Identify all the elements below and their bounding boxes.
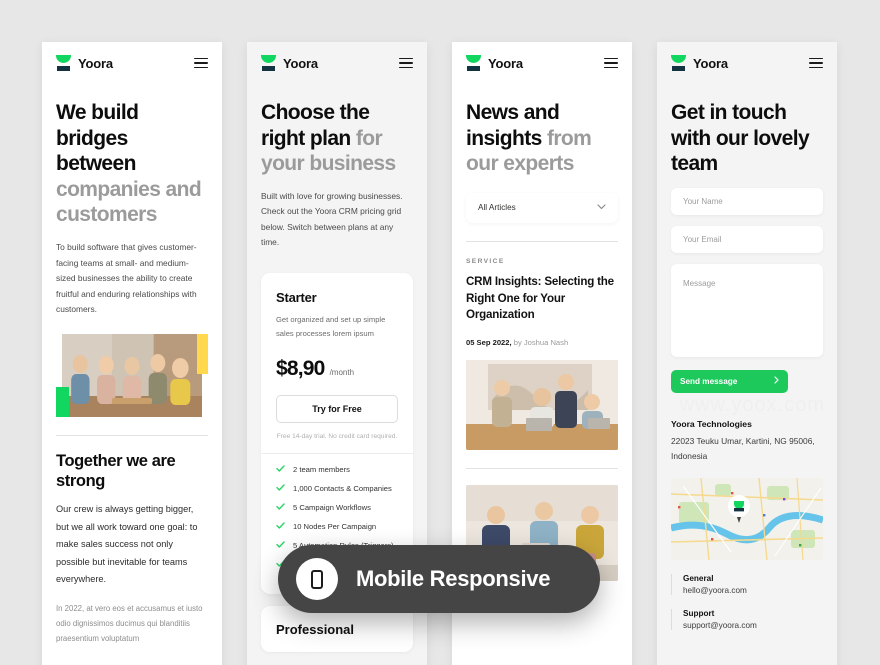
- topbar-home: Yoora: [42, 42, 222, 84]
- check-icon: [276, 465, 285, 474]
- home-hero-photo: [56, 333, 208, 417]
- feature-label: 10 Nodes Per Campaign: [293, 521, 377, 531]
- name-field[interactable]: Your Name: [671, 187, 823, 215]
- phone-screen-home: Yoora We build bridges between companies…: [42, 42, 222, 665]
- news-hero-heading: News and insights from our experts: [466, 100, 618, 177]
- home-hero-muted: companies and customers: [56, 177, 202, 227]
- chevron-down-icon: [597, 203, 606, 212]
- plan-description: Get organized and set up simple sales pr…: [276, 315, 386, 339]
- company-address: 22023 Teuku Umar, Kartini, NG 95006, Ind…: [671, 435, 815, 461]
- send-message-label: Send message: [680, 376, 738, 386]
- message-placeholder: Message: [683, 278, 716, 288]
- list-item: 2 team members: [276, 465, 398, 474]
- news-divider: [466, 240, 618, 242]
- yellow-accent-block: [197, 333, 208, 374]
- hamburger-menu-icon[interactable]: [809, 57, 823, 69]
- badge-label: Mobile Responsive: [356, 566, 551, 591]
- plan-trial-note: Free 14-day trial. No credit card requir…: [276, 432, 398, 440]
- location-map[interactable]: [671, 478, 823, 561]
- hamburger-menu-icon[interactable]: [399, 57, 413, 69]
- home-hero-dark: We build bridges between: [56, 101, 139, 176]
- home-lead-text: To build software that gives customer-fa…: [56, 242, 197, 315]
- home-hero-heading: We build bridges between companies and c…: [56, 100, 208, 228]
- brand-home[interactable]: Yoora: [56, 55, 113, 71]
- contact-support: Support support@yoora.com: [671, 609, 823, 631]
- plan-price-amount: $8,90: [276, 356, 325, 380]
- green-accent-block: [56, 386, 69, 417]
- contact-support-label: Support: [683, 609, 715, 619]
- brand-name: Yoora: [693, 55, 728, 71]
- feature-label: 2 team members: [293, 464, 350, 474]
- name-placeholder: Your Name: [683, 196, 723, 206]
- brand-pricing[interactable]: Yoora: [261, 55, 318, 71]
- yoora-logo-icon: [466, 55, 481, 71]
- plan-price-row: $8,90 /month: [276, 357, 398, 381]
- pricing-lead-text: Built with love for growing businesses. …: [261, 190, 403, 248]
- contact-general-email[interactable]: hello@yoora.com: [683, 586, 823, 595]
- contact-hero-heading: Get in touch with our lovely team: [671, 101, 810, 176]
- send-message-button[interactable]: Send message: [671, 369, 788, 393]
- brand-name: Yoora: [283, 55, 318, 71]
- mobile-phone-icon: [311, 569, 323, 589]
- plan-price-period: /month: [329, 367, 355, 377]
- chevron-right-icon: [774, 376, 779, 386]
- news-divider-2: [466, 468, 618, 470]
- home-section-title: Together we are strong: [56, 451, 176, 490]
- topbar-pricing: Yoora: [247, 42, 427, 84]
- article-category: SERVICE: [466, 257, 505, 265]
- brand-name: Yoora: [78, 55, 113, 71]
- article-filter-value: All Articles: [478, 203, 516, 213]
- brand-news[interactable]: Yoora: [466, 55, 523, 71]
- hamburger-menu-icon[interactable]: [604, 57, 618, 69]
- brand-contact[interactable]: Yoora: [671, 55, 728, 71]
- try-for-free-button[interactable]: Try for Free: [276, 394, 398, 423]
- contact-support-email[interactable]: support@yoora.com: [683, 621, 823, 630]
- article-title[interactable]: CRM Insights: Selecting the Right One fo…: [466, 274, 618, 324]
- feature-label: 1,000 Contacts & Companies: [293, 483, 392, 493]
- badge-icon-circle: [296, 558, 338, 600]
- mobile-responsive-badge: Mobile Responsive: [278, 545, 600, 613]
- topbar-contact: Yoora: [657, 42, 837, 84]
- home-section-body: Our crew is always getting bigger, but w…: [56, 504, 198, 585]
- yoora-logo-icon: [56, 55, 71, 71]
- check-icon: [276, 541, 285, 550]
- contact-general-label: General: [683, 574, 714, 584]
- email-field[interactable]: Your Email: [671, 225, 823, 253]
- topbar-news: Yoora: [452, 42, 632, 84]
- plan-name: Starter: [276, 290, 317, 306]
- contact-general: General hello@yoora.com: [671, 574, 823, 596]
- home-divider: [56, 434, 208, 436]
- pricing-hero-heading: Choose the right plan for your business: [261, 100, 413, 177]
- message-field[interactable]: Message: [671, 263, 823, 357]
- yoora-logo-icon: [261, 55, 276, 71]
- check-icon: [276, 484, 285, 493]
- showcase-stage: Yoora We build bridges between companies…: [0, 0, 880, 665]
- article-date: 05 Sep 2022,: [466, 338, 512, 348]
- company-block: Yoora Technologies 22023 Teuku Umar, Kar…: [671, 419, 823, 463]
- home-content: We build bridges between companies and c…: [42, 100, 222, 646]
- plan2-name: Professional: [276, 621, 355, 637]
- check-icon: [276, 522, 285, 531]
- article-filter-select[interactable]: All Articles: [466, 192, 618, 223]
- phone-screen-contact: Yoora Get in touch with our lovely team …: [657, 42, 837, 665]
- news-content: News and insights from our experts All A…: [452, 100, 632, 582]
- card-divider: [261, 452, 413, 454]
- team-collaboration-photo: [62, 333, 202, 417]
- article-photo: [466, 360, 618, 451]
- article-meta: 05 Sep 2022, by Joshua Nash: [466, 338, 618, 347]
- yoora-logo-icon: [671, 55, 686, 71]
- brand-name: Yoora: [488, 55, 523, 71]
- list-item: 5 Campaign Workflows: [276, 503, 398, 512]
- check-icon: [276, 503, 285, 512]
- contact-content: Get in touch with our lovely team Your N…: [657, 100, 837, 631]
- list-item: 1,000 Contacts & Companies: [276, 484, 398, 493]
- hamburger-menu-icon[interactable]: [194, 57, 208, 69]
- email-placeholder: Your Email: [683, 234, 722, 244]
- article-author: by Joshua Nash: [511, 338, 569, 348]
- list-item: 10 Nodes Per Campaign: [276, 522, 398, 531]
- company-name: Yoora Technologies: [671, 418, 752, 429]
- home-section-small: In 2022, at vero eos et accusamus et ius…: [56, 603, 203, 644]
- feature-label: 5 Campaign Workflows: [293, 502, 371, 512]
